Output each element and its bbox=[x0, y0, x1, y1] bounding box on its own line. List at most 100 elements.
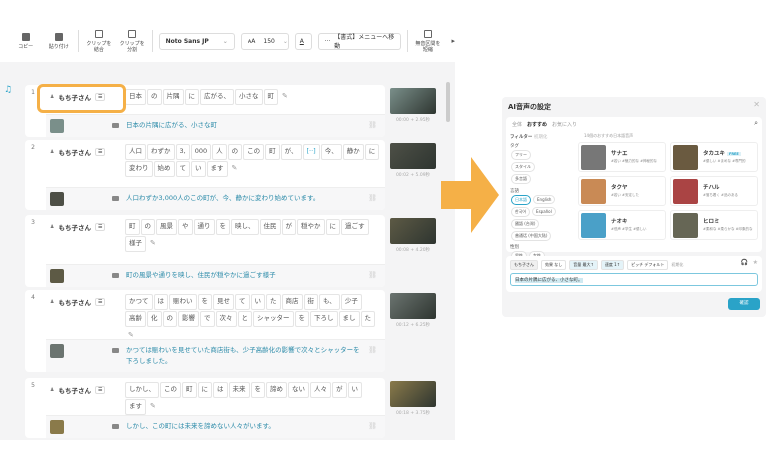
lang-japanese[interactable]: 日本語 bbox=[511, 195, 531, 205]
word-token[interactable]: 次々 bbox=[215, 310, 237, 327]
edit-icon[interactable]: ✎ bbox=[279, 89, 291, 105]
lang-korean[interactable]: 한국어 bbox=[511, 207, 531, 217]
lang-mandarin[interactable]: 普通话 (中国大陆) bbox=[511, 231, 552, 241]
speaker[interactable]: ♟ もち子さん ☰ bbox=[50, 297, 106, 307]
word-token[interactable]: 未来 bbox=[228, 382, 250, 398]
menu-icon[interactable]: ☰ bbox=[94, 298, 106, 306]
link-icon[interactable]: ⛓ bbox=[368, 194, 377, 202]
word-token[interactable]: 過ごす bbox=[341, 219, 369, 235]
link-icon[interactable]: ⛓ bbox=[368, 346, 377, 354]
merge-clip-button[interactable]: クリップを結合 bbox=[85, 29, 112, 53]
word-token[interactable]: この bbox=[160, 382, 181, 398]
confirm-button[interactable]: 確認 bbox=[728, 298, 760, 310]
word-token[interactable]: 高齢 bbox=[125, 310, 146, 327]
font-size-select[interactable]: ᴀA 150 ⌄ bbox=[240, 32, 289, 50]
speaker[interactable]: ♟ もち子さん ☰ bbox=[50, 385, 106, 395]
word-token[interactable]: 商店 bbox=[281, 294, 303, 310]
clip-row[interactable]: 5 ♟ もち子さん ☰ しかし、 この町には未来を諦め ない 人々がいます ✎ しかし、この… bbox=[25, 378, 385, 438]
word-token[interactable]: で bbox=[200, 310, 215, 327]
voice-card[interactable]: サナエ #若い #魅力的な #神秘的な bbox=[578, 142, 666, 172]
subtitle-text[interactable]: しかし、この町には未来を諦めない人々がいます。 bbox=[126, 421, 366, 432]
word-token[interactable]: が bbox=[281, 219, 296, 235]
word-token[interactable]: 風景 bbox=[156, 219, 177, 235]
word-token[interactable]: の bbox=[162, 310, 177, 327]
word-token[interactable]: 静か bbox=[342, 144, 364, 160]
split-clip-button[interactable]: クリップを分割 bbox=[118, 29, 145, 53]
selected-voice[interactable]: もち子さん bbox=[510, 260, 538, 270]
word-token[interactable]: を bbox=[250, 382, 265, 398]
menu-icon[interactable]: ☰ bbox=[94, 386, 106, 394]
reset-options[interactable]: 初期化 bbox=[671, 262, 683, 268]
word-token[interactable]: 様子 bbox=[125, 235, 146, 252]
word-token[interactable]: の bbox=[227, 144, 243, 160]
word-token[interactable]: も、 bbox=[319, 294, 340, 310]
font-select[interactable]: Noto Sans JP ⌄ bbox=[158, 32, 235, 50]
tag-free[interactable]: フリー bbox=[511, 150, 531, 160]
word-token[interactable]: を bbox=[215, 219, 230, 235]
subtitle-text[interactable]: かつては賑わいを見せていた商店街も、少子高齢化の影響で次々とシャッターを下ろしま… bbox=[126, 345, 366, 367]
word-token[interactable]: まし bbox=[338, 310, 360, 327]
search-icon[interactable]: ⌕ bbox=[754, 119, 758, 128]
lang-taiwan[interactable]: 國語 (台灣) bbox=[511, 219, 540, 229]
word-token[interactable]: を bbox=[294, 310, 309, 327]
speed-option[interactable]: 速度 1↑ bbox=[600, 260, 625, 270]
word-token[interactable]: 化 bbox=[147, 310, 162, 327]
word-token[interactable]: 少子 bbox=[340, 294, 362, 310]
word-token[interactable]: が、 bbox=[280, 144, 302, 160]
word-token[interactable]: わずか bbox=[147, 144, 175, 160]
word-token[interactable]: 000 bbox=[190, 144, 212, 160]
voice-card[interactable]: タカユキ FREE #優しい #まめな #専門的 bbox=[670, 142, 758, 172]
word-token[interactable]: 町 bbox=[263, 89, 278, 105]
word-token[interactable]: 住民 bbox=[259, 219, 281, 235]
voice-card[interactable]: タクヤ #若い #安定した bbox=[578, 176, 666, 206]
lang-spanish[interactable]: Español bbox=[532, 207, 556, 216]
tag-multilingual[interactable]: 多言語 bbox=[511, 174, 531, 184]
word-token[interactable]: て bbox=[175, 160, 190, 177]
word-token[interactable]: 始め bbox=[153, 160, 175, 177]
word-token[interactable]: 穏やか bbox=[297, 219, 325, 235]
word-token[interactable]: の bbox=[140, 219, 155, 235]
word-token[interactable]: 通り bbox=[193, 219, 215, 235]
word-token[interactable]: 賑わい bbox=[169, 294, 197, 310]
word-token[interactable]: ます bbox=[125, 398, 146, 415]
tab-all[interactable]: 全体 bbox=[512, 121, 522, 128]
menu-icon[interactable]: ☰ bbox=[94, 223, 106, 231]
tag-style[interactable]: スタイル bbox=[511, 162, 535, 172]
text-color-button[interactable]: A bbox=[294, 32, 312, 50]
word-token[interactable]: に bbox=[184, 89, 199, 105]
volume-option[interactable]: 音量 最大↑ bbox=[569, 260, 598, 270]
preview-text-input[interactable]: 日本の片隅に広がる、小さな町。 bbox=[510, 273, 758, 286]
subtitle-text[interactable]: 日本の片隅に広がる、小さな町 bbox=[126, 120, 366, 131]
edit-icon[interactable]: ✎ bbox=[229, 161, 241, 177]
clip-row[interactable]: 4 ♟ もち子さん ☰ かつては賑わいを見せていた商店街も、 少子 高齢化の影響で次々と… bbox=[25, 290, 385, 372]
word-token[interactable]: に bbox=[325, 219, 340, 235]
word-token[interactable]: 片隅 bbox=[162, 89, 184, 105]
edit-icon[interactable]: ✎ bbox=[147, 399, 159, 415]
word-token[interactable]: 町 bbox=[182, 382, 197, 398]
word-token[interactable]: 見せ bbox=[213, 294, 234, 310]
toolbar-scroll-right-icon[interactable]: ▸ bbox=[452, 37, 455, 45]
word-token[interactable]: 影響 bbox=[178, 310, 199, 327]
star-icon[interactable]: ★ bbox=[753, 259, 758, 266]
tab-favorites[interactable]: お気に入り bbox=[552, 121, 577, 128]
word-token[interactable]: に bbox=[364, 144, 380, 160]
effect-option[interactable]: 効果 なし bbox=[541, 260, 567, 270]
word-token[interactable]: 町 bbox=[265, 144, 280, 160]
word-token[interactable]: ない bbox=[288, 382, 309, 398]
word-token[interactable]: 広がる、 bbox=[200, 89, 234, 105]
shorten-silence-button[interactable]: 無音区間を短縮 bbox=[414, 29, 441, 53]
word-token[interactable]: の bbox=[147, 89, 162, 105]
link-icon[interactable]: ⛓ bbox=[368, 271, 377, 279]
link-icon[interactable]: ⛓ bbox=[368, 422, 377, 430]
word-token[interactable]: [··] bbox=[302, 144, 320, 160]
word-token[interactable]: 映し、 bbox=[231, 219, 259, 235]
headphones-icon[interactable]: 🎧 bbox=[741, 259, 748, 266]
word-token[interactable]: を bbox=[197, 294, 212, 310]
word-token[interactable]: 人口 bbox=[125, 144, 146, 160]
voice-card[interactable]: チハル #落ち着く #品のある bbox=[670, 176, 758, 206]
clip-row[interactable]: 3 ♟ もち子さん ☰ 町の風景や通りを映し、 住民が穏やかに過ごす 様子 ✎ 町の風景や… bbox=[25, 215, 385, 287]
word-token[interactable]: 人々 bbox=[310, 382, 331, 398]
word-token[interactable]: た bbox=[360, 310, 375, 327]
paste-button[interactable]: 貼り付け bbox=[45, 32, 72, 50]
word-token[interactable]: かつて bbox=[125, 294, 153, 310]
